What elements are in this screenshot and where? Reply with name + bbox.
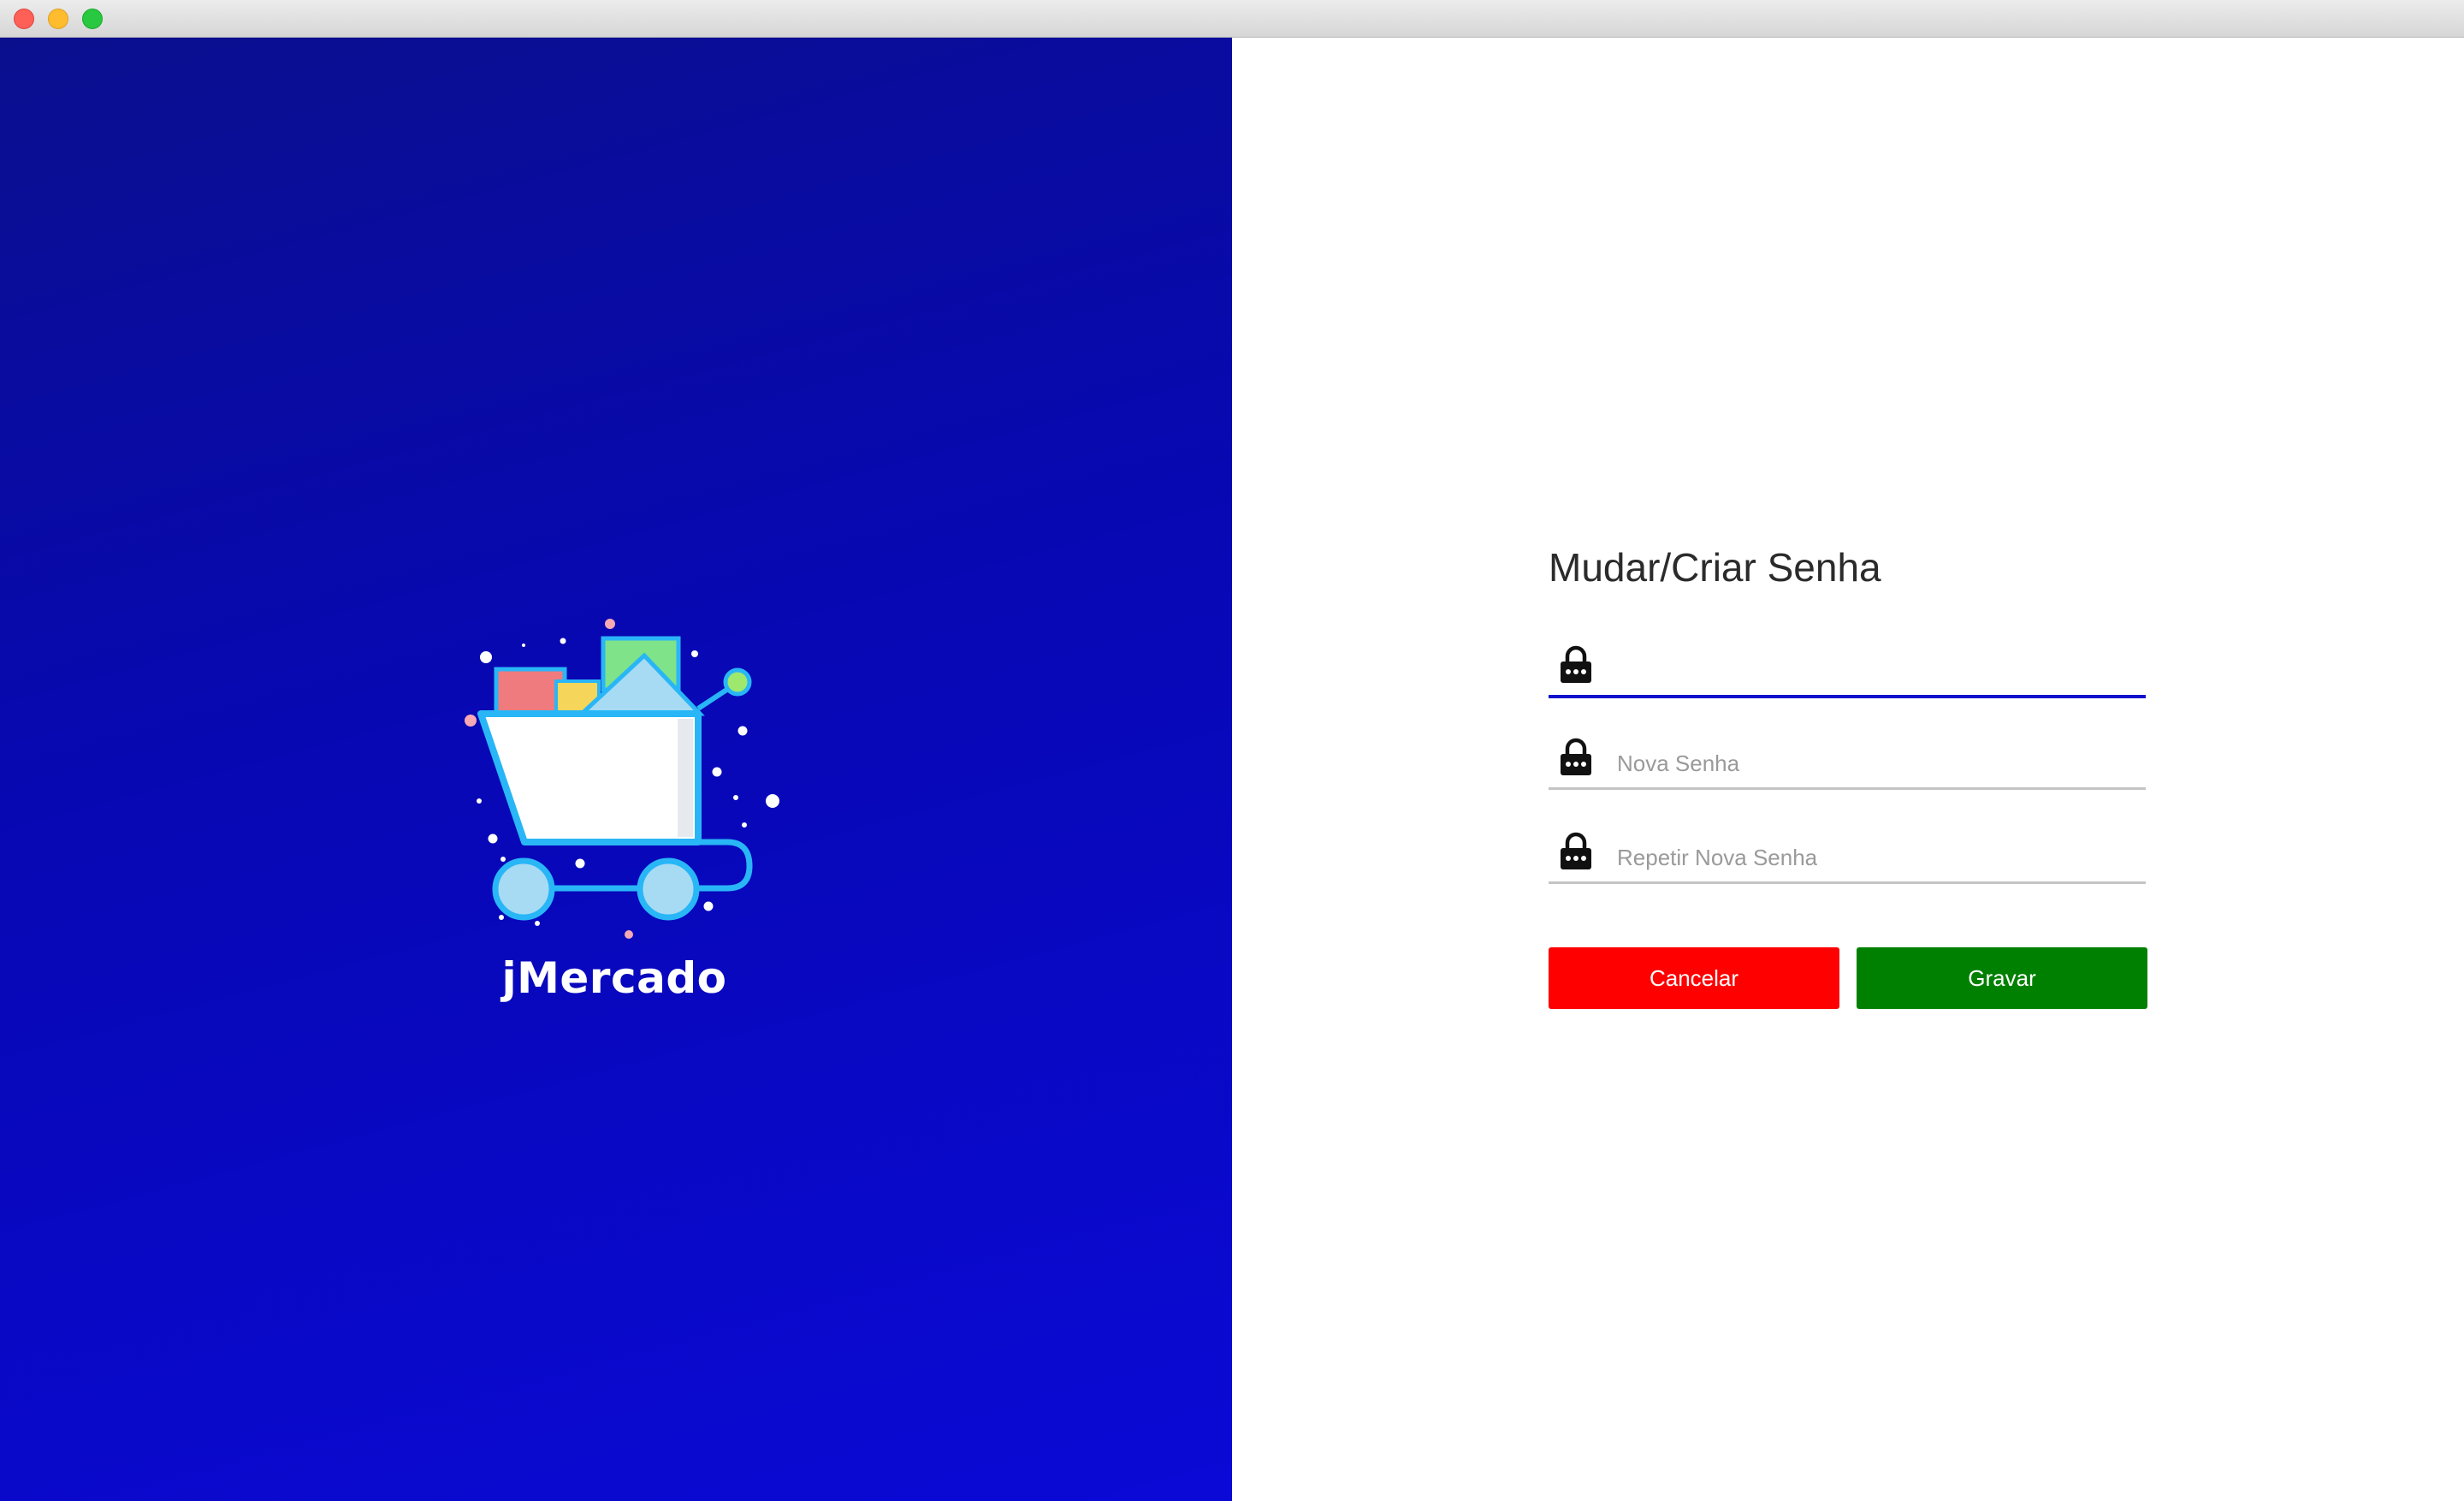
new-password-field [1549, 727, 2146, 790]
current-password-input[interactable] [1617, 652, 2130, 690]
shopping-cart-icon [465, 619, 779, 939]
maximize-window-button[interactable] [82, 9, 103, 29]
current-password-field [1549, 635, 2146, 698]
repeat-password-input[interactable] [1617, 839, 2130, 876]
brand-panel: jMercado [0, 38, 1232, 1501]
page-title: Mudar/Criar Senha [1549, 545, 1881, 590]
password-form-panel: Mudar/Criar Senha Cancelar Gravar [1232, 38, 2464, 1501]
new-password-input[interactable] [1617, 745, 2130, 782]
minimize-window-button[interactable] [48, 9, 68, 29]
window-titlebar [0, 0, 2464, 38]
save-button[interactable]: Gravar [1857, 947, 2147, 1009]
lock-icon [1561, 832, 1591, 869]
repeat-password-field [1549, 822, 2146, 884]
close-window-button[interactable] [14, 9, 34, 29]
lock-icon [1561, 738, 1591, 775]
app-name: jMercado [501, 953, 727, 1003]
lock-icon [1561, 645, 1591, 683]
cancel-button[interactable]: Cancelar [1549, 947, 1839, 1009]
